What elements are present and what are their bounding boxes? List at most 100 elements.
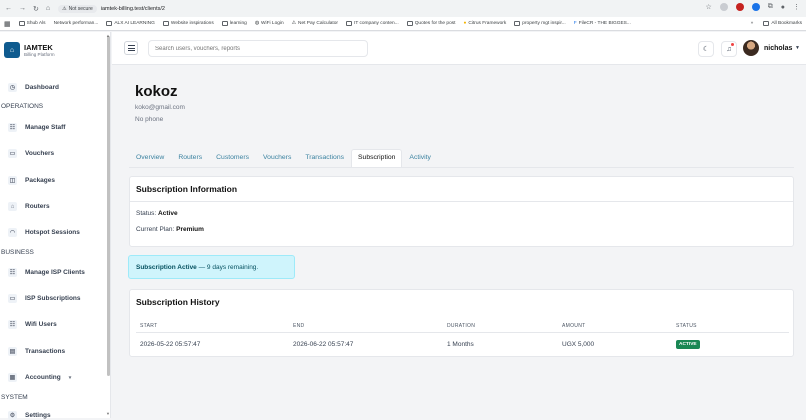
tab-routers[interactable]: Routers <box>171 149 209 167</box>
sidebar-item-transactions[interactable]: ▤ Transactions <box>8 347 65 356</box>
search-input[interactable] <box>148 40 368 57</box>
card-icon: ▭ <box>8 294 17 303</box>
bookmark-icon <box>18 21 25 26</box>
status-label: Status: <box>136 210 157 217</box>
bookmark[interactable]: F FileCR - THE BIGGES... <box>574 21 631 26</box>
forward-icon[interactable]: → <box>19 5 26 13</box>
plan-value: Premium <box>176 226 204 233</box>
home-icon[interactable]: ⌂ <box>46 5 50 13</box>
subscription-info-card: Subscription Information Status: Active … <box>129 176 794 247</box>
folder-icon <box>406 21 413 26</box>
bookmark[interactable]: Website inspirations <box>162 21 214 26</box>
sidebar-item-label: Manage Staff <box>25 124 66 131</box>
extension-icon[interactable] <box>751 3 760 11</box>
bookmark-label: property mgt inspir... <box>522 21 566 26</box>
menu-icon[interactable]: ⋮ <box>793 3 800 11</box>
card-title: Subscription History <box>136 297 220 307</box>
bookmark-label: Network performan... <box>53 21 99 26</box>
column-header-end: END <box>293 323 305 329</box>
sidebar-item-label: Dashboard <box>25 84 59 91</box>
apps-icon[interactable]: ▦ <box>4 20 11 28</box>
sidebar-item-label: Vouchers <box>25 150 55 157</box>
chevron-down-icon: ▾ <box>68 374 72 381</box>
bookmark[interactable]: ◍ WiFi Login <box>255 21 284 26</box>
extension-icon[interactable] <box>719 3 728 11</box>
notifications-button[interactable]: ♫ <box>721 41 737 57</box>
menu-toggle-button[interactable] <box>124 41 138 55</box>
bookmark[interactable]: ALX AI LEARNING <box>106 21 155 26</box>
subscription-alert: Subscription Active — 9 days remaining. <box>128 255 295 279</box>
chevron-down-icon[interactable]: ▼ <box>795 45 800 51</box>
sidebar-item-hotspot-sessions[interactable]: ◠ Hotspot Sessions <box>8 228 80 237</box>
avatar[interactable] <box>743 40 759 56</box>
extensions-icon[interactable]: ⧉ <box>768 3 773 11</box>
subscription-history-card: Subscription History START END DURATION … <box>129 289 794 357</box>
profile-icon[interactable]: ● <box>781 4 785 11</box>
all-bookmarks-label: All Bookmarks <box>771 21 802 26</box>
folder-icon <box>106 21 113 26</box>
sidebar-item-accounting[interactable]: ▦ Accounting ▾ <box>8 373 71 382</box>
folder-icon <box>345 21 352 26</box>
brand[interactable]: ⌂ IAMTEK Billing Platform <box>4 42 55 58</box>
bookmark-label: Net Pay Calculator <box>297 21 338 26</box>
star-icon[interactable]: ☆ <box>705 3 711 11</box>
sidebar-item-dashboard[interactable]: ◷ Dashboard <box>8 83 59 92</box>
tab-subscription[interactable]: Subscription <box>351 149 403 167</box>
bookmark[interactable]: Quotes for the post <box>406 21 456 26</box>
client-name: kokoz <box>135 83 178 100</box>
sidebar-item-manage-isp-clients[interactable]: ☷ Manage ISP Clients <box>8 268 85 277</box>
scroll-down-arrow[interactable]: ▼ <box>106 411 110 416</box>
sidebar-item-settings[interactable]: ⚙ Settings <box>8 411 51 420</box>
bookmark[interactable]: IT company conten... <box>345 21 399 26</box>
scroll-up-arrow[interactable]: ▲ <box>106 33 110 38</box>
bookmarks-right: » All Bookmarks <box>751 21 802 26</box>
sidebar-item-label: Wifi Users <box>25 321 57 328</box>
bookmark[interactable]: Shub Als <box>18 21 46 26</box>
alert-text: — 9 days remaining. <box>196 264 259 271</box>
filecr-icon: F <box>573 21 577 26</box>
tab-transactions[interactable]: Transactions <box>298 149 351 167</box>
bookmark[interactable]: Network performan... <box>54 21 99 26</box>
more-bookmarks-button[interactable]: » <box>751 21 754 26</box>
url-text[interactable]: iamtek-billing.test/clients/2 <box>101 6 165 12</box>
not-secure-badge[interactable]: ⚠ Not secure <box>58 4 97 13</box>
sidebar-item-label: Packages <box>25 177 55 184</box>
tab-customers[interactable]: Customers <box>209 149 256 167</box>
sidebar-item-manage-staff[interactable]: ☷ Manage Staff <box>8 123 65 132</box>
tabs-divider <box>129 167 794 168</box>
sidebar-scrollbar[interactable] <box>107 36 110 376</box>
divider <box>130 201 793 202</box>
bookmark-label: ALX AI LEARNING <box>114 21 155 26</box>
sidebar-item-isp-subscriptions[interactable]: ▭ ISP Subscriptions <box>8 294 81 303</box>
extension-icon[interactable] <box>735 3 744 11</box>
bookmark[interactable]: learning <box>221 21 247 26</box>
cell-end: 2026-06-22 05:57:47 <box>293 341 354 348</box>
plan-row: Current Plan: Premium <box>136 226 204 233</box>
bookmark[interactable]: ⚠ Net Pay Calculator <box>292 21 338 26</box>
sidebar-item-label: Routers <box>25 203 50 210</box>
reload-icon[interactable]: ↻ <box>33 5 39 13</box>
all-bookmarks[interactable]: All Bookmarks <box>763 21 802 26</box>
tab-vouchers[interactable]: Vouchers <box>256 149 298 167</box>
theme-toggle-button[interactable]: ☾ <box>698 41 714 57</box>
users-icon: ☷ <box>8 320 17 329</box>
bookmark[interactable]: ● Citrus Framework <box>464 21 507 26</box>
tab-activity[interactable]: Activity <box>402 149 438 167</box>
back-icon[interactable]: ← <box>5 5 12 13</box>
receipt-icon: ▤ <box>8 347 17 356</box>
section-business: BUSINESS <box>1 249 34 256</box>
clients-icon: ☷ <box>8 268 17 277</box>
sidebar-item-routers[interactable]: ⌂ Routers <box>8 202 50 211</box>
folder-icon <box>221 21 228 26</box>
sidebar-item-wifi-users[interactable]: ☷ Wifi Users <box>8 320 57 329</box>
bookmark-icon: ⚠ <box>291 21 296 26</box>
alert-strong: Subscription Active <box>136 264 197 271</box>
bookmark[interactable]: property mgt inspir... <box>514 21 566 26</box>
router-icon: ⌂ <box>4 42 20 58</box>
sidebar-item-packages[interactable]: ◫ Packages <box>8 176 55 185</box>
sidebar-item-vouchers[interactable]: ▭ Vouchers <box>8 149 54 158</box>
address-bar[interactable]: ⚠ Not secure iamtek-billing.test/clients… <box>58 3 165 14</box>
tab-overview[interactable]: Overview <box>129 149 171 167</box>
section-system: SYSTEM <box>1 394 28 401</box>
username[interactable]: nicholas <box>764 45 792 52</box>
